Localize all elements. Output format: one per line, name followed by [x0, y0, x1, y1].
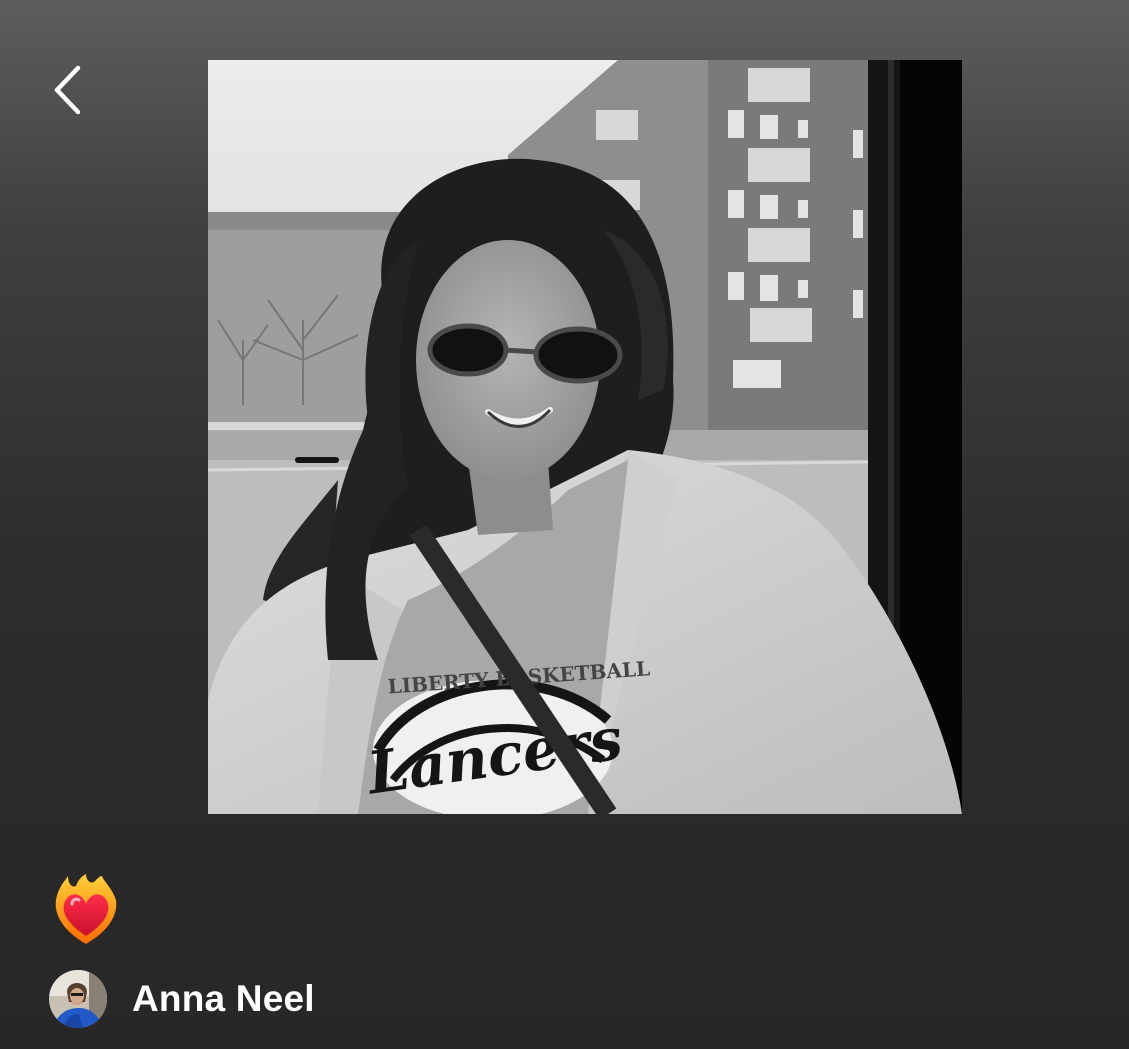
chevron-left-icon [54, 65, 81, 115]
avatar[interactable] [49, 970, 107, 1028]
playlist-owner[interactable]: Anna Neel [49, 969, 315, 1029]
playlist-cover-image: Lancers LIBERTY BASKETBALL [208, 60, 962, 814]
owner-name[interactable]: Anna Neel [132, 978, 315, 1020]
heart-on-fire-emoji [52, 874, 120, 946]
back-button[interactable] [44, 60, 96, 120]
heart-on-fire-icon [55, 874, 117, 944]
